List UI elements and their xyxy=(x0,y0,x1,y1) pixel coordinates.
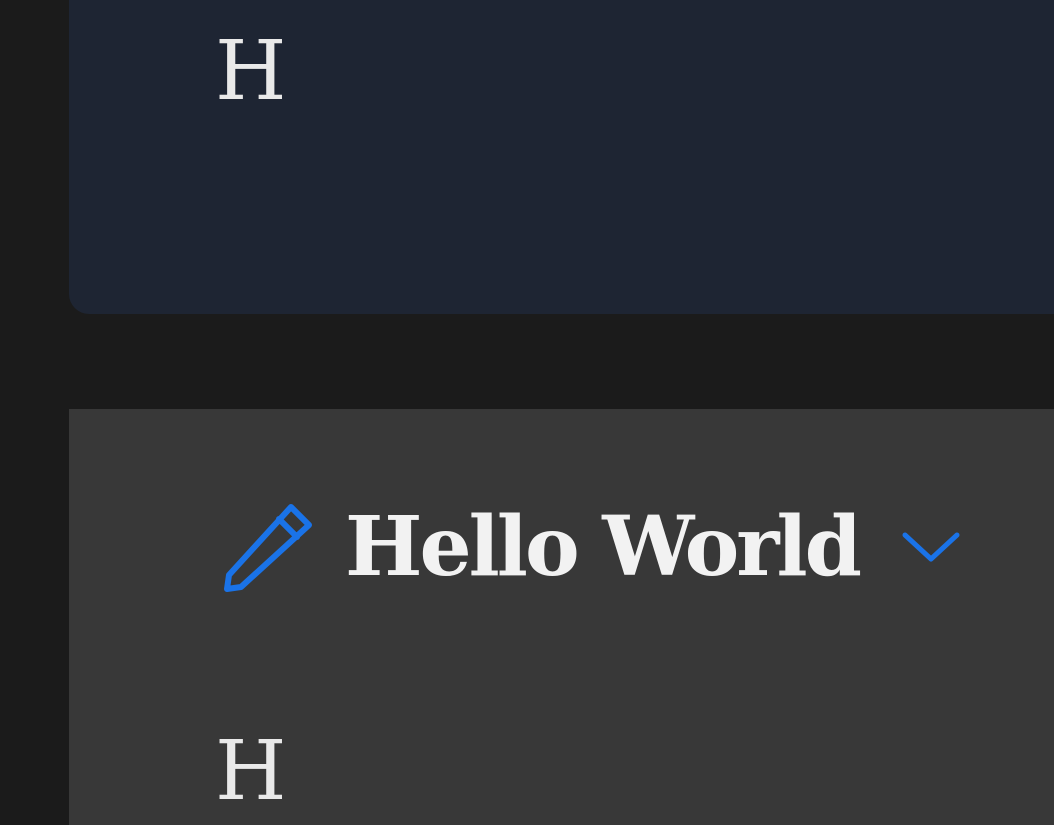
bottom-card[interactable]: Hello World H xyxy=(69,409,1054,825)
page-title: Hello World xyxy=(345,499,862,595)
top-card-initial: H xyxy=(215,24,287,119)
title-row: Hello World xyxy=(217,497,963,597)
top-card[interactable]: H xyxy=(69,0,1054,314)
page: H Hello World H xyxy=(0,0,1054,825)
pencil-icon[interactable] xyxy=(217,495,321,599)
bottom-card-initial: H xyxy=(215,724,287,819)
chevron-down-icon[interactable] xyxy=(899,529,963,565)
